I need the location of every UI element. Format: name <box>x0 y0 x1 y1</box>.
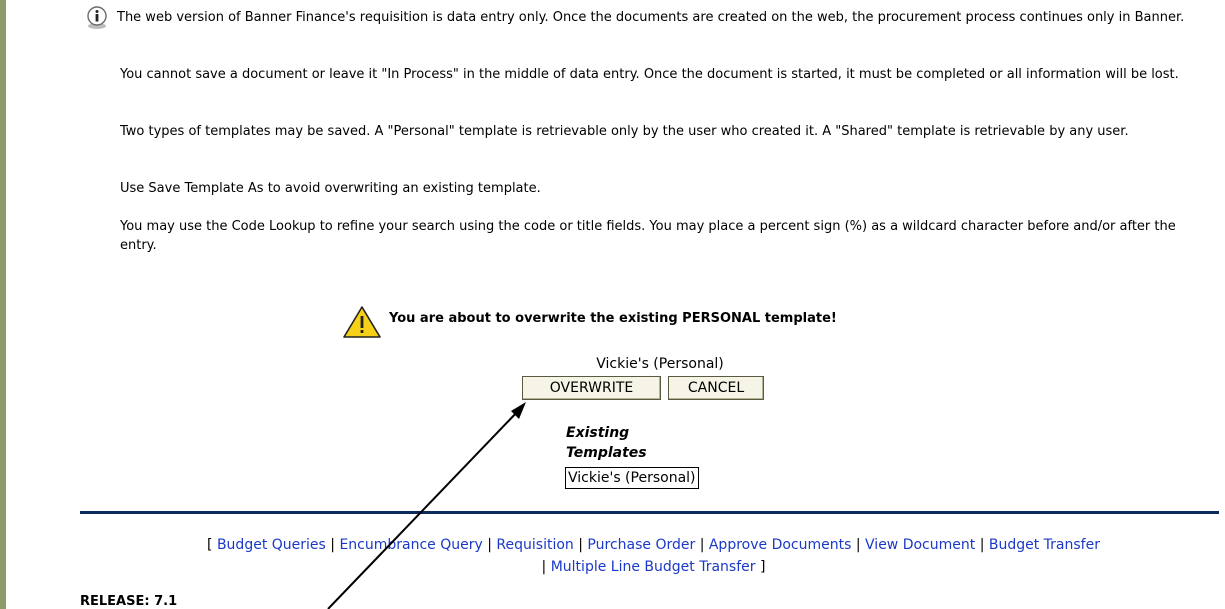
nav-separator: | <box>699 537 705 553</box>
nav-bracket-open: [ <box>207 537 213 553</box>
warning-triangle-icon <box>343 306 381 338</box>
template-name: Vickie's (Personal) <box>596 356 724 372</box>
info-paragraph: You may use the Code Lookup to refine yo… <box>120 219 1176 253</box>
info-paragraph: The web version of Banner Finance's requ… <box>117 10 1185 25</box>
nav-links: [ Budget Queries | Encumbrance Query | R… <box>82 534 1225 578</box>
release-version: RELEASE: 7.1 <box>80 594 178 609</box>
info-paragraph: Use Save Template As to avoid overwritin… <box>120 181 541 196</box>
nav-link-view-document[interactable]: View Document <box>865 537 975 553</box>
nav-separator: | <box>330 537 335 553</box>
warning-message: You are about to overwrite the existing … <box>389 311 837 326</box>
nav-link-purchase-order[interactable]: Purchase Order <box>587 537 695 553</box>
overwrite-button[interactable]: OVERWRITE <box>522 376 661 400</box>
nav-link-budget-transfer[interactable]: Budget Transfer <box>989 537 1100 553</box>
nav-separator: | <box>578 537 583 553</box>
nav-link-encumbrance-query[interactable]: Encumbrance Query <box>339 537 482 553</box>
cancel-button[interactable]: CANCEL <box>668 376 764 400</box>
nav-link-approve-documents[interactable]: Approve Documents <box>709 537 852 553</box>
annotation-arrow <box>327 402 526 609</box>
nav-link-requisition[interactable]: Requisition <box>496 537 573 553</box>
nav-link-budget-queries[interactable]: Budget Queries <box>217 537 326 553</box>
existing-templates-list[interactable]: Vickie's (Personal) <box>565 467 699 489</box>
divider-rule <box>80 511 1219 514</box>
left-border-bar <box>0 0 6 609</box>
nav-separator: | <box>855 537 861 553</box>
nav-separator: | <box>979 537 985 553</box>
nav-bracket-close: ] <box>759 559 766 575</box>
nav-separator: | <box>487 537 492 553</box>
existing-templates-label: Existing Templates <box>566 425 647 461</box>
nav-link-multiple-line-budget-transfer[interactable]: Multiple Line Budget Transfer <box>551 559 756 575</box>
info-icon <box>87 6 107 29</box>
nav-separator: | <box>541 559 547 575</box>
info-paragraph: You cannot save a document or leave it "… <box>120 67 1179 82</box>
info-paragraph: Two types of templates may be saved. A "… <box>120 124 1129 139</box>
